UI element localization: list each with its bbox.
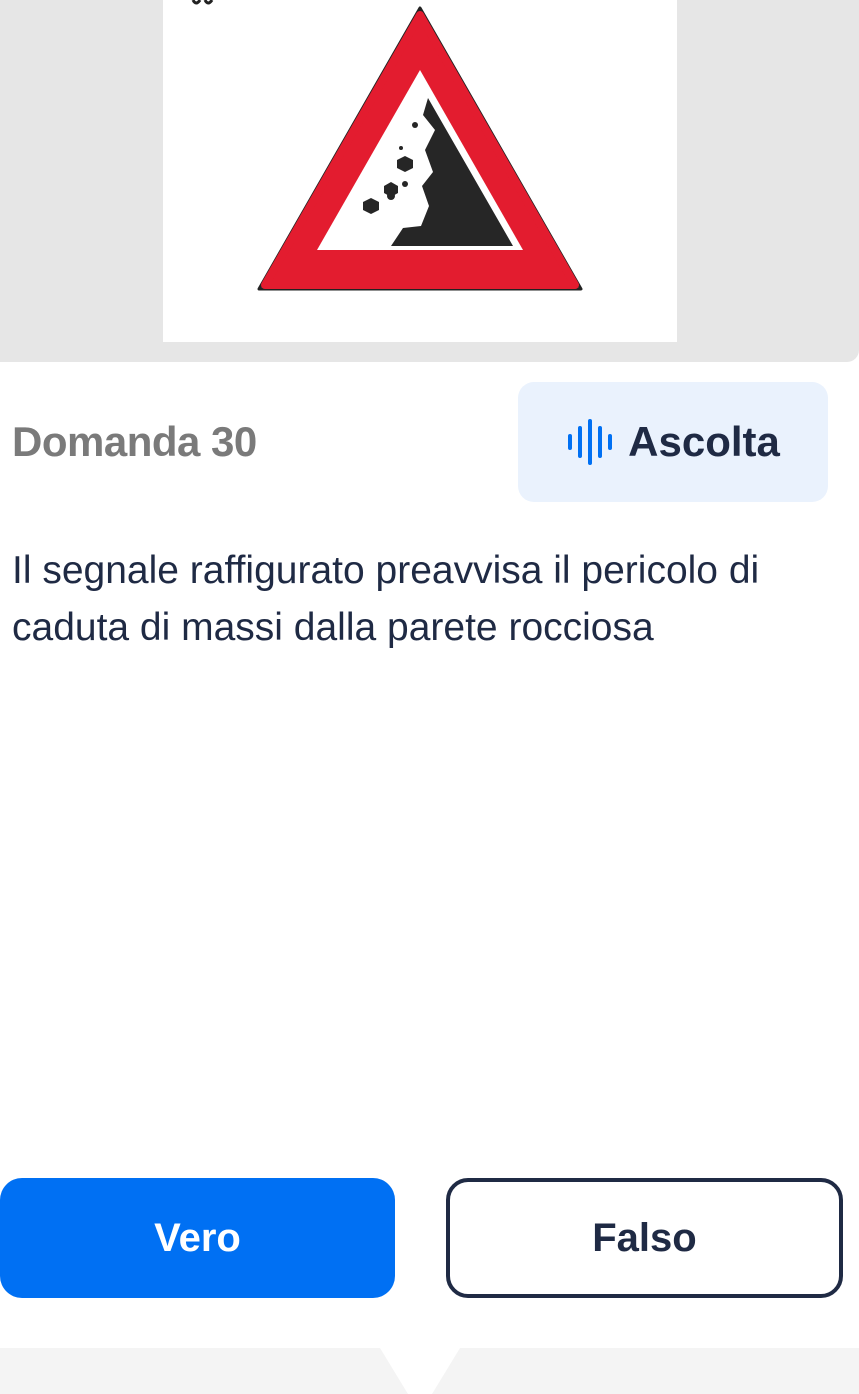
falling-rocks-sign-icon [191,0,583,291]
true-answer-button[interactable]: Vero [0,1178,395,1298]
listen-button[interactable]: Ascolta [518,382,828,502]
question-number: Domanda 30 [12,418,257,465]
sign-image-card [163,0,677,342]
bottom-bar [0,1348,859,1394]
false-answer-button[interactable]: Falso [446,1178,843,1298]
cropped-label-fragment [191,0,214,5]
audio-waveform-icon [568,419,613,465]
question-image-panel [0,0,859,362]
bottom-notch-shape [380,1348,460,1394]
question-text: Il segnale raffigurato preavvisa il peri… [12,549,760,649]
question-header: Domanda 30 Ascolta [12,382,828,502]
listen-button-label: Ascolta [628,418,780,465]
